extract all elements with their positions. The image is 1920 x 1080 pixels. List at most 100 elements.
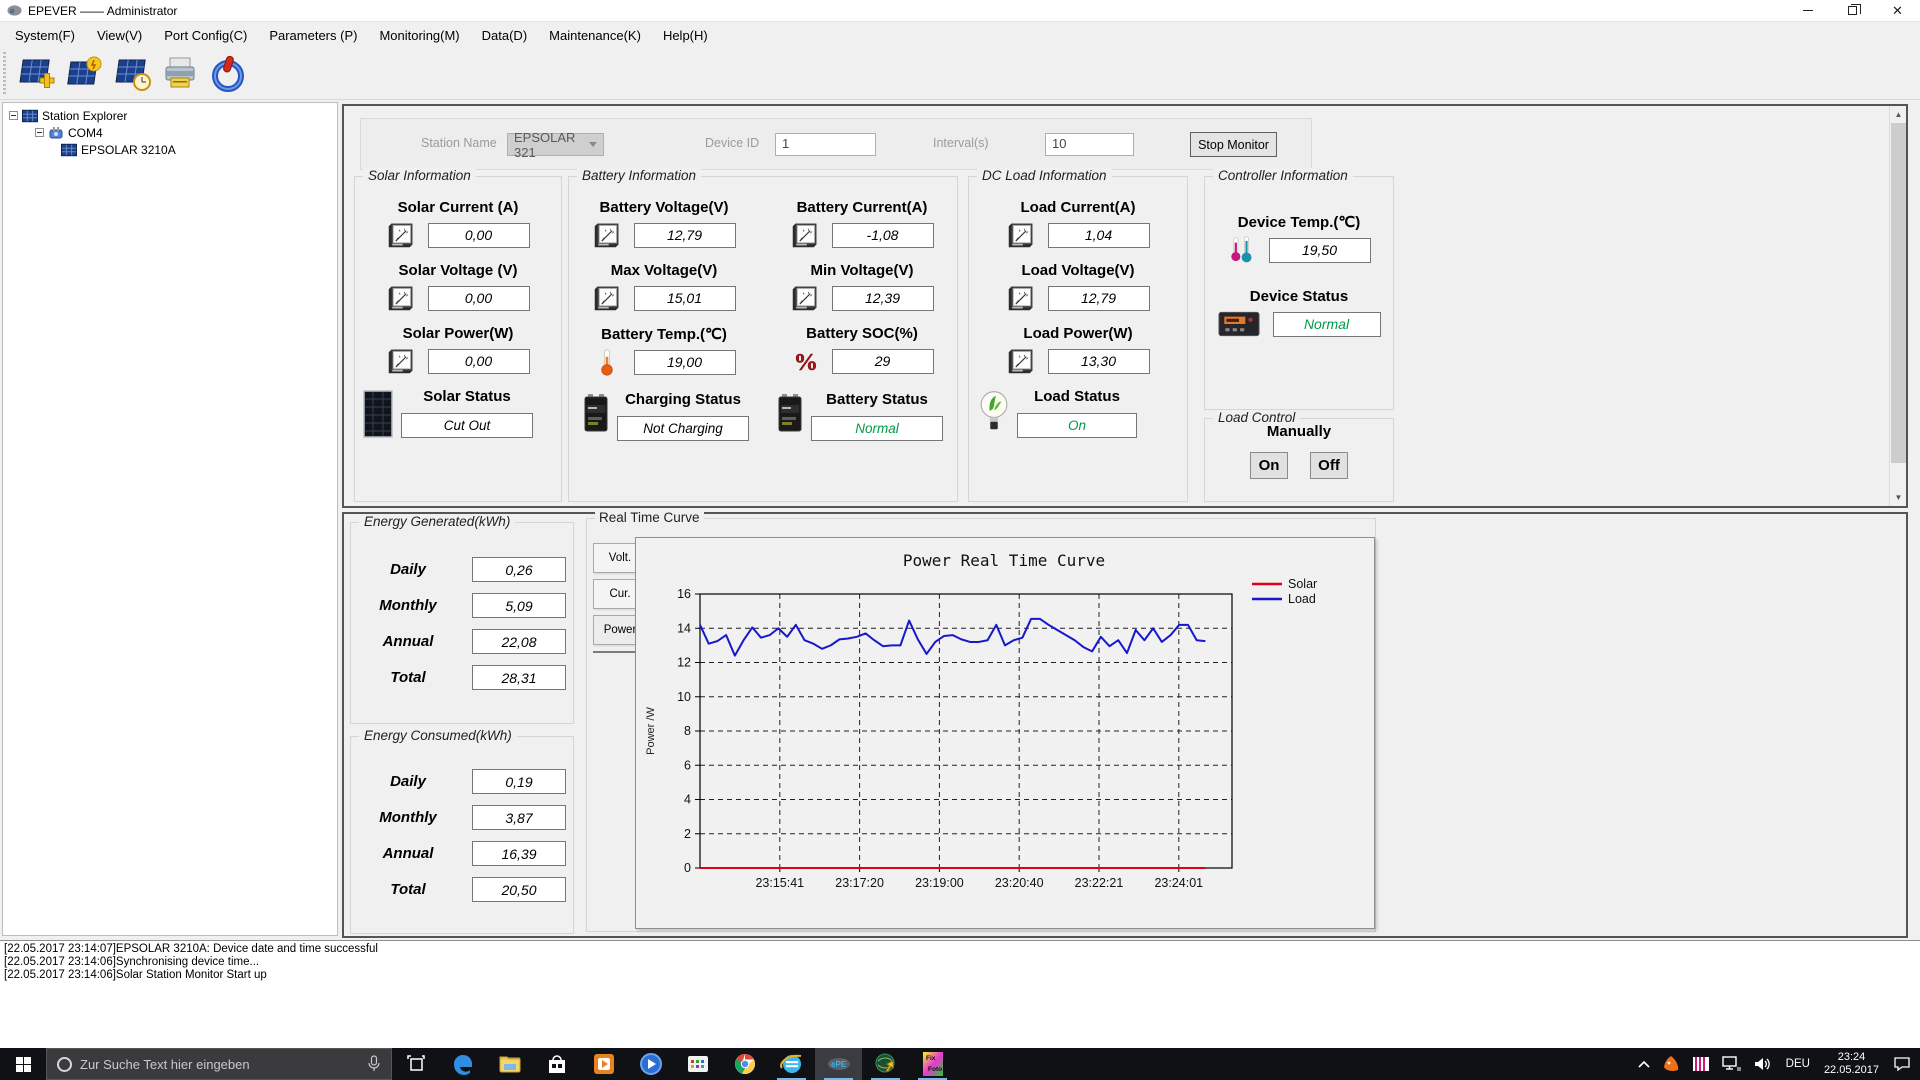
gauge-icon [791, 221, 819, 249]
load-current-value: 1,04 [1047, 222, 1150, 248]
edge-icon[interactable] [439, 1048, 486, 1080]
hidden-icons-chevron-icon[interactable] [1633, 1048, 1655, 1080]
menu-port-config[interactable]: Port Config(C) [153, 24, 258, 47]
vertical-scrollbar[interactable]: ▲ ▼ [1889, 106, 1906, 506]
task-view-icon[interactable] [392, 1048, 439, 1080]
load-status-label: Load Status [1034, 388, 1120, 405]
store-icon[interactable] [533, 1048, 580, 1080]
search-placeholder: Zur Suche Text hier eingeben [80, 1056, 250, 1072]
svg-text:Power Real Time Curve: Power Real Time Curve [903, 551, 1105, 570]
solar-current-label: Solar Current (A) [397, 199, 519, 216]
tree-label[interactable]: Station Explorer [42, 109, 127, 123]
battery-temp-value: 19,00 [633, 349, 736, 375]
station-history-icon[interactable] [108, 51, 156, 97]
menu-system[interactable]: System(F) [4, 24, 86, 47]
event-log: [22.05.2017 23:14:07]EPSOLAR 3210A: Devi… [0, 940, 1920, 1048]
real-time-curve-group: Real Time Curve Volt. Cur. Power Power R… [586, 510, 1376, 932]
toolbar-grip [3, 51, 6, 96]
max-voltage-value: 15,01 [633, 285, 736, 311]
load-power-label: Load Power(W) [1023, 325, 1133, 342]
station-monitor-icon[interactable] [60, 51, 108, 97]
tray-date: 22.05.2017 [1823, 1064, 1879, 1076]
min-voltage-label: Min Voltage(V) [810, 262, 914, 279]
video-player-icon[interactable] [627, 1048, 674, 1080]
menu-maintenance[interactable]: Maintenance(K) [538, 24, 652, 47]
energy-generated-group: Energy Generated(kWh) Daily 0,26 Monthly 5… [350, 514, 574, 724]
load-control-group: Load Control Manually On Off [1204, 410, 1394, 502]
taskbar: Zur Suche Text hier eingeben ePE Fix Foto [0, 1048, 1920, 1080]
internet-explorer-icon[interactable] [768, 1048, 815, 1080]
minimize-button[interactable] [1785, 0, 1830, 22]
svg-text:8: 8 [684, 724, 691, 738]
taskbar-search[interactable]: Zur Suche Text hier eingeben [46, 1048, 392, 1080]
gauge-icon [791, 284, 819, 312]
log-line: [22.05.2017 23:14:06]Solar Station Monit… [4, 969, 267, 981]
station-explorer-tree: Station Explorer COM4 EPSOLAR 3210A [2, 102, 338, 936]
network-icon[interactable] [1717, 1048, 1747, 1080]
realtime-chart-svg: Power Real Time Curve Power /W 23:15:41 23:… [645, 551, 1317, 890]
load-on-button[interactable]: On [1250, 452, 1288, 479]
epever-icon[interactable]: ePE [815, 1048, 862, 1080]
expander-icon[interactable] [35, 128, 44, 137]
device-id-field[interactable]: 1 [775, 133, 876, 156]
device-id-label: Device ID [705, 136, 760, 150]
svg-text:23:19:00: 23:19:00 [915, 876, 964, 890]
action-center-icon[interactable] [1888, 1048, 1916, 1080]
log-line: [22.05.2017 23:14:06]Synchronising devic… [4, 956, 260, 968]
tree-item-epsolar-3210a[interactable]: EPSOLAR 3210A [3, 141, 337, 158]
volume-icon[interactable] [1749, 1048, 1779, 1080]
microphone-icon[interactable] [367, 1055, 381, 1073]
tree-item-com4[interactable]: COM4 [3, 124, 337, 141]
menu-help[interactable]: Help(H) [652, 24, 719, 47]
power-icon[interactable] [204, 51, 252, 97]
scrollbar-thumb[interactable] [1891, 123, 1906, 463]
gen-daily-label: Daily [390, 561, 426, 578]
log-line: [22.05.2017 23:14:07]EPSOLAR 3210A: Devi… [4, 943, 378, 955]
chrome-icon[interactable] [721, 1048, 768, 1080]
gen-daily-value: 0,26 [472, 557, 566, 582]
gauge-icon [387, 284, 415, 312]
menu-view[interactable]: View(V) [86, 24, 153, 47]
station-name-label: Station Name [421, 136, 497, 150]
fixfoto-icon[interactable]: Fix Foto [909, 1048, 956, 1080]
menu-data[interactable]: Data(D) [471, 24, 539, 47]
solar-panel-icon [22, 109, 38, 123]
tree-label[interactable]: COM4 [68, 126, 103, 140]
print-icon[interactable] [156, 51, 204, 97]
app-grid-icon[interactable] [674, 1048, 721, 1080]
start-button[interactable] [0, 1048, 46, 1080]
menu-parameters[interactable]: Parameters (P) [258, 24, 368, 47]
epever-logo-icon: e [7, 5, 22, 16]
station-name-select[interactable]: EPSOLAR 321 [507, 130, 604, 160]
stop-monitor-button[interactable]: Stop Monitor [1190, 132, 1277, 157]
interval-field[interactable]: 10 [1045, 133, 1134, 156]
svg-text:6: 6 [684, 758, 691, 772]
restore-button[interactable] [1830, 0, 1875, 22]
battery-temp-label: Battery Temp.(℃) [601, 326, 727, 343]
media-player-icon[interactable] [580, 1048, 627, 1080]
svg-text:12: 12 [677, 656, 691, 670]
pink-app-icon[interactable] [1687, 1048, 1715, 1080]
battery-status-label: Battery Status [826, 391, 928, 408]
language-indicator[interactable]: DEU [1781, 1048, 1815, 1080]
device-temp-label: Device Temp.(℃) [1237, 214, 1361, 231]
close-button[interactable]: ✕ [1875, 0, 1920, 22]
group-title: Load Control [1213, 410, 1301, 425]
avast-icon[interactable] [1657, 1048, 1685, 1080]
scroll-up-icon[interactable]: ▲ [1890, 106, 1907, 123]
add-station-icon[interactable] [12, 51, 60, 97]
charging-status-value: Not Charging [617, 416, 749, 441]
tree-label[interactable]: EPSOLAR 3210A [81, 143, 176, 157]
scroll-down-icon[interactable]: ▼ [1890, 489, 1907, 506]
menu-monitoring[interactable]: Monitoring(M) [368, 24, 470, 47]
tree-item-station-explorer[interactable]: Station Explorer [3, 107, 337, 124]
expander-icon[interactable] [9, 111, 18, 120]
title-bar: e EPEVER —— Administrator ✕ [0, 0, 1920, 22]
download-manager-icon[interactable] [862, 1048, 909, 1080]
battery-status-value: Normal [811, 416, 943, 441]
file-explorer-icon[interactable] [486, 1048, 533, 1080]
window-title: EPEVER —— Administrator [28, 3, 178, 18]
clock[interactable]: 23:24 22.05.2017 [1817, 1048, 1886, 1080]
load-off-button[interactable]: Off [1310, 452, 1348, 479]
com-port-icon [48, 126, 64, 140]
